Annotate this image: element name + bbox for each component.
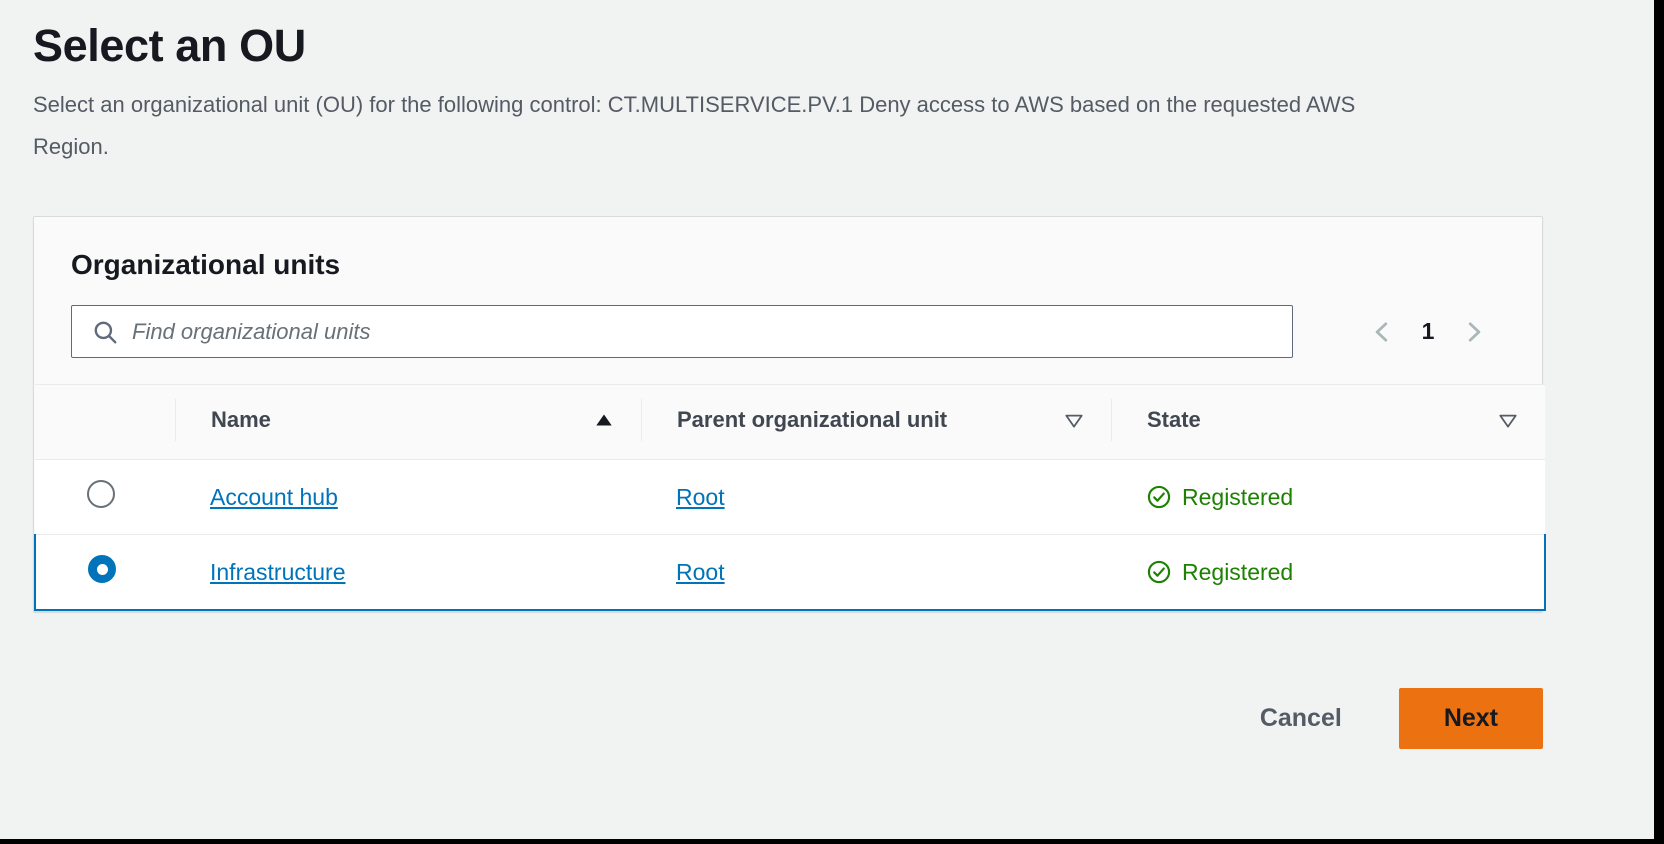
footer-actions: Cancel Next [33,688,1543,749]
radio-button-account-hub[interactable] [87,480,115,508]
column-header-parent-organizational-unit[interactable]: Parent organizational unit [641,384,1111,460]
caret-down-outline-icon [1499,414,1517,428]
row-select-cell[interactable] [35,459,175,535]
table-row[interactable]: Account hub Root Registered [35,459,1545,535]
row-parent-cell: Root [641,534,1111,611]
ou-name-link[interactable]: Account hub [210,484,338,510]
pagination: 1 [1359,309,1505,355]
page-title: Select an OU [33,20,306,71]
card-header: Organizational units [34,217,1542,305]
ou-name-link[interactable]: Infrastructure [210,559,346,585]
pagination-current-page[interactable]: 1 [1405,318,1451,345]
table-header-row: Name Parent organizational unit State [35,384,1545,460]
table-tools: 1 [34,305,1542,384]
table-row[interactable]: Infrastructure Root Registered [34,534,1546,611]
caret-down-outline-icon [1065,414,1083,428]
page-viewport: Select an OU Select an organizational un… [0,0,1654,839]
parent-ou-link[interactable]: Root [676,484,725,510]
chevron-right-icon [1468,321,1481,342]
page-header: Select an OU Select an organizational un… [0,0,1654,168]
next-button[interactable]: Next [1398,688,1543,749]
organizational-units-table: Name Parent organizational unit State Ac… [34,384,1546,611]
status-badge-label: Registered [1182,558,1294,585]
page-description: Select an organizational unit (OU) for t… [33,92,1356,159]
caret-up-filled-icon [596,414,612,426]
card-title: Organizational units [71,249,341,280]
row-select-cell[interactable] [34,534,175,611]
window-right-edge [1654,0,1664,844]
column-header-select [35,384,175,460]
column-header-parent-label: Parent organizational unit [677,407,948,432]
row-name-cell: Infrastructure [175,534,641,611]
row-name-cell: Account hub [175,459,641,535]
row-parent-cell: Root [641,459,1111,535]
cancel-button[interactable]: Cancel [1238,690,1364,747]
column-header-name-label: Name [211,407,271,432]
parent-ou-link[interactable]: Root [676,559,725,585]
radio-button-infrastructure[interactable] [88,555,116,583]
search-input[interactable] [132,306,1292,357]
window-bottom-edge [0,839,1664,844]
row-state-cell: Registered [1111,534,1546,611]
row-state-cell: Registered [1111,459,1545,535]
status-badge-label: Registered [1182,483,1294,510]
table-header: Name Parent organizational unit State [35,384,1545,460]
check-circle-icon [1147,560,1171,584]
column-header-name[interactable]: Name [175,384,641,460]
search-icon [94,321,117,343]
table-body: Account hub Root Registered Infrastructu… [34,459,1546,611]
check-circle-icon [1147,485,1171,509]
status-badge: Registered [1146,559,1544,586]
column-header-state[interactable]: State [1111,384,1545,460]
search-box[interactable] [71,305,1293,358]
pagination-next-button[interactable] [1451,309,1497,355]
status-badge: Registered [1146,484,1545,511]
organizational-units-card: Organizational units 1 [33,216,1546,612]
pagination-previous-button[interactable] [1359,309,1405,355]
column-header-state-label: State [1147,407,1201,432]
chevron-left-icon [1375,321,1388,342]
